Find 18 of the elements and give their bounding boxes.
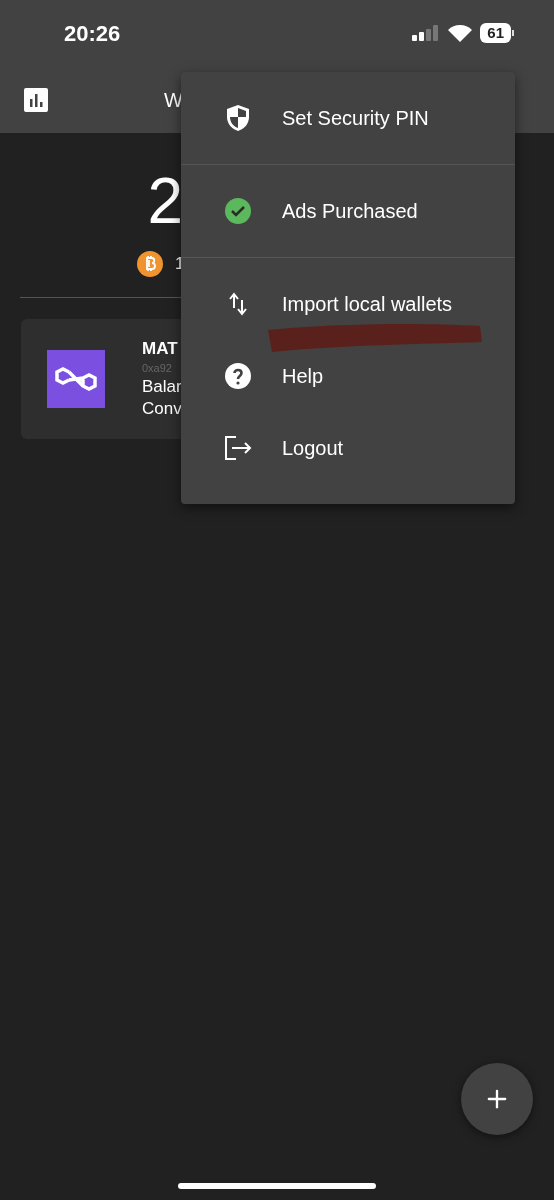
help-icon (225, 363, 251, 389)
check-circle-icon (225, 198, 251, 224)
battery-level: 61 (480, 23, 511, 43)
menu-item[interactable]: Ads Purchased (181, 175, 515, 247)
shield-icon (225, 104, 251, 132)
polygon-logo-icon (47, 350, 105, 408)
swap-arrows-icon (228, 292, 248, 316)
logout-icon (224, 435, 252, 461)
wallet-name: MAT (142, 338, 179, 360)
converted-label: Conv (142, 398, 183, 420)
chart-icon[interactable] (24, 87, 48, 112)
bitcoin-icon (137, 251, 163, 277)
balance-amount: 2 (147, 165, 183, 237)
menu-item[interactable]: Set Security PIN (181, 82, 515, 154)
wifi-icon (448, 24, 473, 42)
balance-label: Balar (142, 376, 183, 398)
signal-icon (412, 25, 441, 41)
status-time: 20:26 (64, 19, 121, 48)
